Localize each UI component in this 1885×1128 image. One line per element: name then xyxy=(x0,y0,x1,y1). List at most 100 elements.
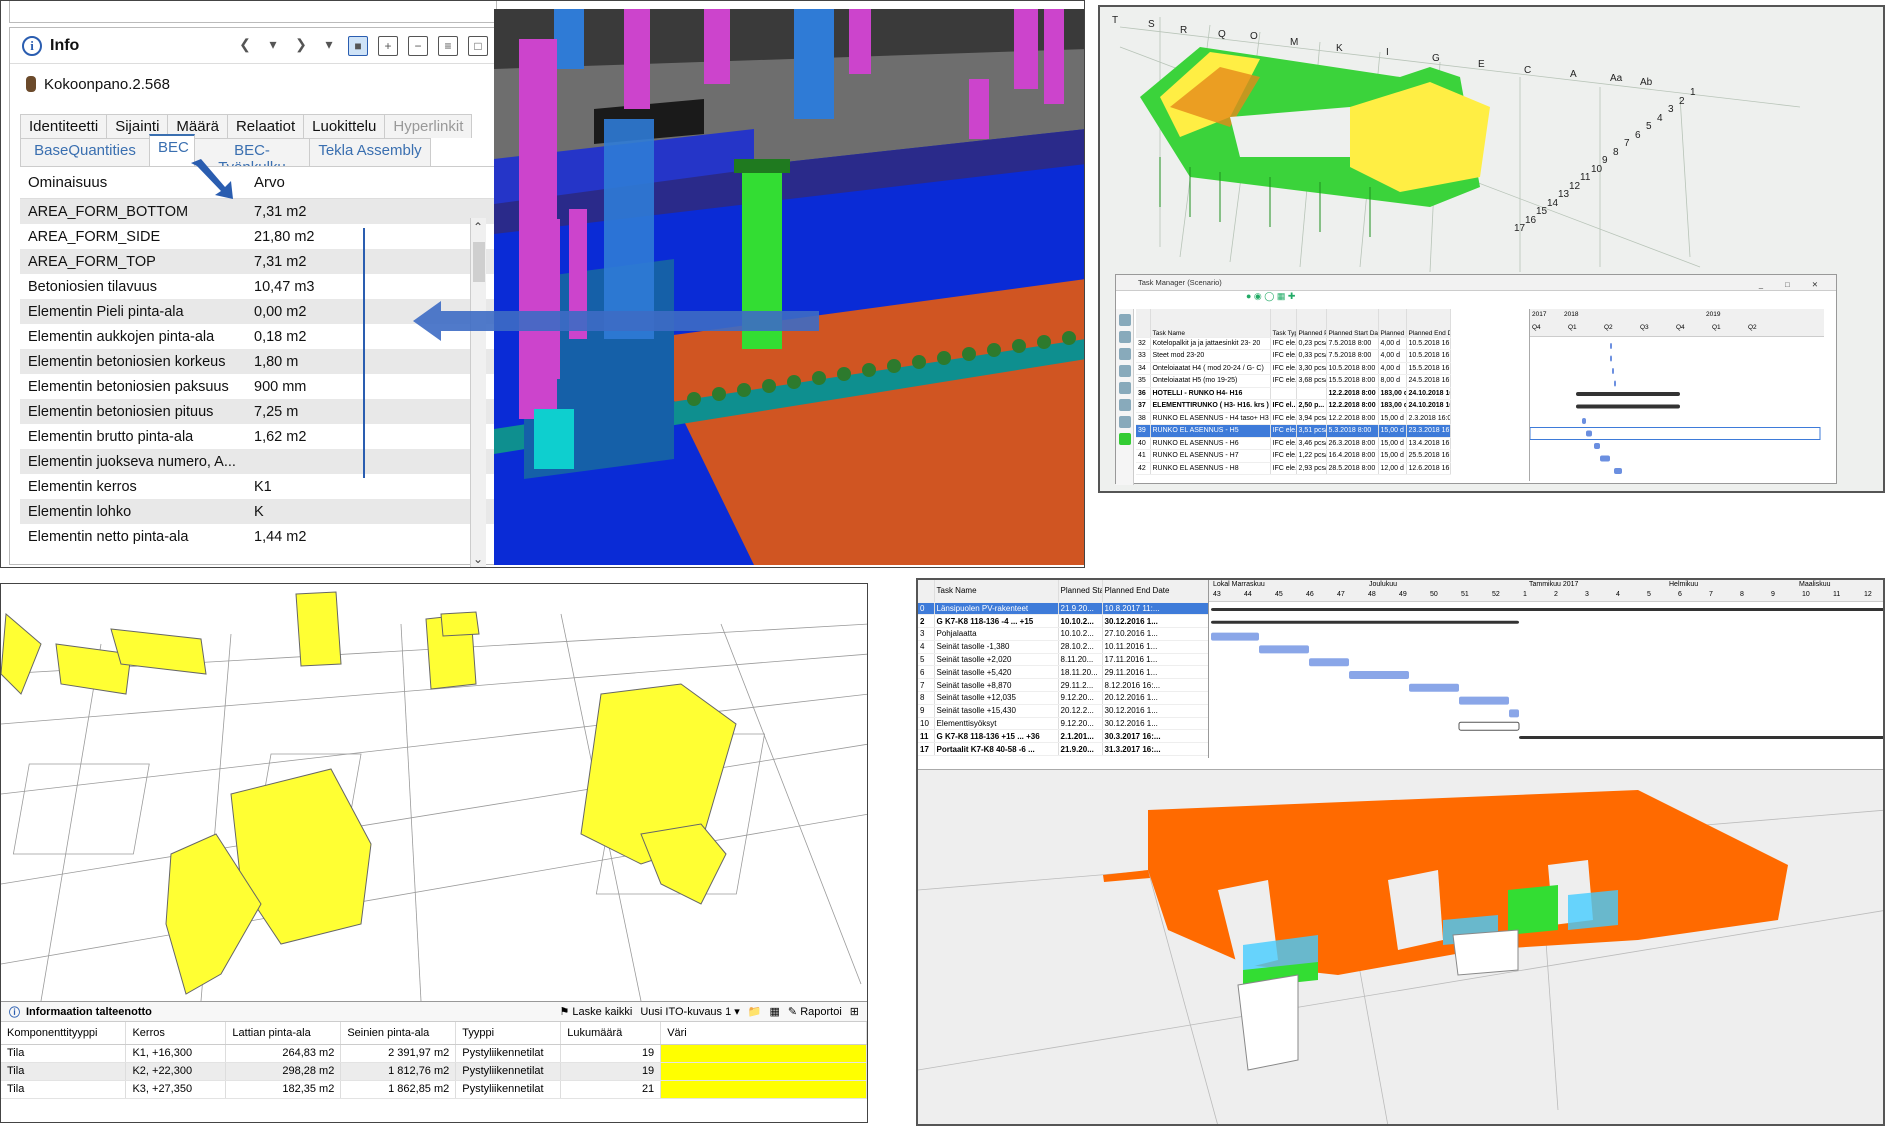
task-list-cell-start: 2.1.201... xyxy=(1058,729,1103,744)
task-list-gantt-bar[interactable] xyxy=(1259,645,1309,654)
task-list-gantt-bar[interactable] xyxy=(1211,632,1259,641)
color-swatch[interactable] xyxy=(660,1080,867,1099)
task-list-body: 0 Länsipuolen PV-rakenteet 21.9.20... 10.8.… xyxy=(918,602,1209,757)
task-cell-id: 40 xyxy=(1136,437,1151,450)
task-list-row[interactable]: 7 Seinät tasolle +8,870 29.11.2... 8.12.201… xyxy=(918,678,1209,693)
sidebar-tool-icon[interactable] xyxy=(1119,314,1131,326)
recovery-column-header[interactable]: Lattian pinta-ala xyxy=(225,1022,342,1045)
task-list-row[interactable]: 6 Seinät tasolle +5,420 18.11.20... 29.11.2… xyxy=(918,665,1209,680)
task-list-gantt-bar[interactable] xyxy=(1309,658,1349,667)
task-list-gantt-bar[interactable] xyxy=(1459,696,1509,705)
recovery-column-header[interactable]: Lukumäärä xyxy=(560,1022,662,1045)
task-list: Task NamePlanned StartPlanned End Date 0… xyxy=(918,580,1885,770)
task-row[interactable]: 41RUNKO EL ASENNUS - H7IFC ele...1,22 pc… xyxy=(1136,449,1451,463)
recovery-row[interactable]: Tila K2, +22,300 298,28 m2 1 812,76 m2 Pysty… xyxy=(1,1062,867,1081)
task-list-gantt-bar[interactable] xyxy=(1458,721,1520,731)
recovery-column-header[interactable]: Seinien pinta-ala xyxy=(340,1022,457,1045)
recovery-cell-floor: K1, +16,300 xyxy=(125,1044,227,1063)
task-list-gantt-bar[interactable] xyxy=(1211,608,1885,611)
task-list-gantt-bar[interactable] xyxy=(1211,620,1519,624)
recovery-row[interactable]: Tila K1, +16,300 264,83 m2 2 391,97 m2 Pysty… xyxy=(1,1044,867,1063)
compute-all-button[interactable]: ⚑ Laske kaikki xyxy=(560,1005,633,1018)
task-list-row[interactable]: 8 Seinät tasolle +12,035 9.12.20... 20.12.2… xyxy=(918,691,1209,705)
task-list-column-header[interactable]: Task Name xyxy=(934,580,1059,603)
task-list-column-header[interactable] xyxy=(918,580,935,603)
task-list-gantt-bar[interactable] xyxy=(1519,736,1885,739)
recovery-column-header[interactable]: Tyyppi xyxy=(455,1022,562,1045)
gantt-bar[interactable] xyxy=(1586,430,1592,437)
gantt-bar[interactable] xyxy=(1614,468,1622,474)
task-list-row[interactable]: 9 Seinät tasolle +15,430 20.12.2... 30.12.2… xyxy=(918,704,1209,718)
task-cell-type: IFC ele... xyxy=(1270,462,1297,475)
task-cell-name: Onteloiaatat H5 (mo 19-25) xyxy=(1150,374,1271,388)
sidebar-tool-icon[interactable] xyxy=(1119,348,1131,360)
gantt-bar[interactable] xyxy=(1610,343,1612,349)
ito-select[interactable]: Uusi ITO-kuvaus 1 ▾ xyxy=(640,1005,739,1018)
task-list-row[interactable]: 3 Pohjalaatta 10.10.2... 27.10.2016 1... xyxy=(918,627,1209,641)
task-row[interactable]: 42RUNKO EL ASENNUS - H8IFC ele...2,93 pc… xyxy=(1136,462,1451,475)
color-swatch[interactable] xyxy=(660,1044,867,1063)
task-column-header[interactable]: Planned Duration xyxy=(1378,309,1407,338)
report-button[interactable]: ✎ Raportoi xyxy=(788,1005,842,1018)
gantt-bar[interactable] xyxy=(1582,418,1586,424)
gantt-bar[interactable] xyxy=(1600,455,1610,462)
task-list-row[interactable]: 2G K7-K8 118-136 -4 ... +15 10.10.2... 30.… xyxy=(918,614,1209,629)
task-list-gantt-bar[interactable] xyxy=(1509,709,1519,718)
task-column-header[interactable]: Task Type xyxy=(1270,309,1297,338)
gantt-bar[interactable] xyxy=(1576,392,1680,396)
gantt-bar[interactable] xyxy=(1594,443,1600,449)
window-controls[interactable]: _ □ ✕ xyxy=(1759,277,1828,293)
task-list-cell-id: 2 xyxy=(918,614,935,629)
task-cell-end: 24.10.2018 16 xyxy=(1406,387,1451,400)
task-list-row[interactable]: 5 Seinät tasolle +2,020 8.11.20... 17.11.20… xyxy=(918,653,1209,667)
info-recovery-toolbar: ⓘ Informaation talteenotto ⚑ Laske kaikk… xyxy=(1,1002,867,1022)
task-row[interactable]: 32 Kotelopalkit ja ja jattaesinkit 23- 20… xyxy=(1136,337,1451,350)
recovery-column-header[interactable]: Komponenttityyppi xyxy=(1,1022,127,1045)
open-icon[interactable]: 📁 xyxy=(748,1005,762,1018)
task-row[interactable]: 40RUNKO EL ASENNUS - H6IFC ele...3,46 pc… xyxy=(1136,437,1451,450)
gantt-bar[interactable] xyxy=(1610,355,1612,362)
sidebar-tool-icon[interactable] xyxy=(1119,416,1131,428)
recovery-tools: ⚑ Laske kaikki Uusi ITO-kuvaus 1 ▾ 📁 ▦ ✎… xyxy=(560,1005,868,1018)
task-column-header[interactable] xyxy=(1136,309,1151,338)
task-row[interactable]: 33Steet mod 23-20IFC ele...0,33 pcs/h7.5… xyxy=(1136,349,1451,363)
task-list-row[interactable]: 0 Länsipuolen PV-rakenteet 21.9.20... 10.8.… xyxy=(918,602,1209,616)
task-list-row[interactable]: 10 Elementtisyöksyt 9.12.20... 30.12.2016 1… xyxy=(918,717,1209,731)
task-column-header[interactable]: Planned End Dat xyxy=(1406,309,1451,338)
task-list-row[interactable]: 17 Portaalit K7-K8 40-58 -6 ... 21.9.20...… xyxy=(918,742,1209,757)
sidebar-tool-icon[interactable] xyxy=(1119,365,1131,377)
4d-model-view[interactable] xyxy=(918,770,1885,1126)
task-column-header[interactable]: Planned Start Date xyxy=(1326,309,1379,338)
color-swatch[interactable] xyxy=(660,1062,867,1081)
recovery-column-header[interactable]: Väri xyxy=(660,1022,867,1045)
grid-icon[interactable]: ▦ xyxy=(770,1005,780,1018)
recovery-row[interactable]: Tila K3, +27,350 182,35 m2 1 862,85 m2 Pysty… xyxy=(1,1080,867,1099)
grid-label-a: A xyxy=(1570,69,1577,80)
sidebar-tool-icon[interactable] xyxy=(1119,382,1131,394)
task-row[interactable]: 39RUNKO EL ASENNUS - H5IFC ele...3,51 pc… xyxy=(1136,424,1451,438)
task-list-gantt-bar[interactable] xyxy=(1409,683,1459,692)
task-column-header[interactable]: Planned Production Rate xyxy=(1296,309,1327,338)
floorplan-3d-view[interactable] xyxy=(1,584,868,1001)
sidebar-tool-icon[interactable] xyxy=(1119,331,1131,343)
task-list-row[interactable]: 4 Seinät tasolle -1,380 28.10.2... 10.11.20… xyxy=(918,640,1209,654)
sidebar-tool-icon[interactable] xyxy=(1119,433,1131,445)
task-row[interactable]: 38RUNKO EL ASENNUS - H4 taso+ H3 kattoIF… xyxy=(1136,412,1451,425)
task-row[interactable]: 35Onteloiaatat H5 (mo 19-25)IFC ele...3,… xyxy=(1136,374,1451,388)
recovery-column-header[interactable]: Kerros xyxy=(125,1022,227,1045)
task-list-row[interactable]: 11 G K7-K8 118-136 +15 ... +36 2.1.201... 3… xyxy=(918,729,1209,744)
task-row[interactable]: 36 HOTELLI - RUNKO H4- H16 12.2.2018 8:00 1… xyxy=(1136,387,1451,400)
task-list-column-header[interactable]: Planned End Date xyxy=(1102,580,1209,603)
gantt-bar[interactable] xyxy=(1576,404,1680,409)
task-row[interactable]: 34 Onteloiaatat H4 ( mod 20-24 / G- C) IFC… xyxy=(1136,362,1451,375)
task-list-column-header[interactable]: Planned Start xyxy=(1058,580,1103,603)
task-column-header[interactable]: Task Name xyxy=(1150,309,1271,338)
task-list-cell-start: 28.10.2... xyxy=(1058,640,1103,654)
sidebar-tool-icon[interactable] xyxy=(1119,399,1131,411)
gantt-bar[interactable] xyxy=(1612,368,1614,374)
task-row[interactable]: 37 ELEMENTTIRUNKO ( H3- H16. krs ) IFC el.… xyxy=(1136,399,1451,413)
task-list-gantt-bar[interactable] xyxy=(1349,671,1409,679)
add-icon[interactable]: ⊞ xyxy=(850,1005,859,1018)
space-quantity-screenshot: ⓘ Informaation talteenotto ⚑ Laske kaikk… xyxy=(0,583,868,1123)
gantt-bar[interactable] xyxy=(1614,380,1616,387)
